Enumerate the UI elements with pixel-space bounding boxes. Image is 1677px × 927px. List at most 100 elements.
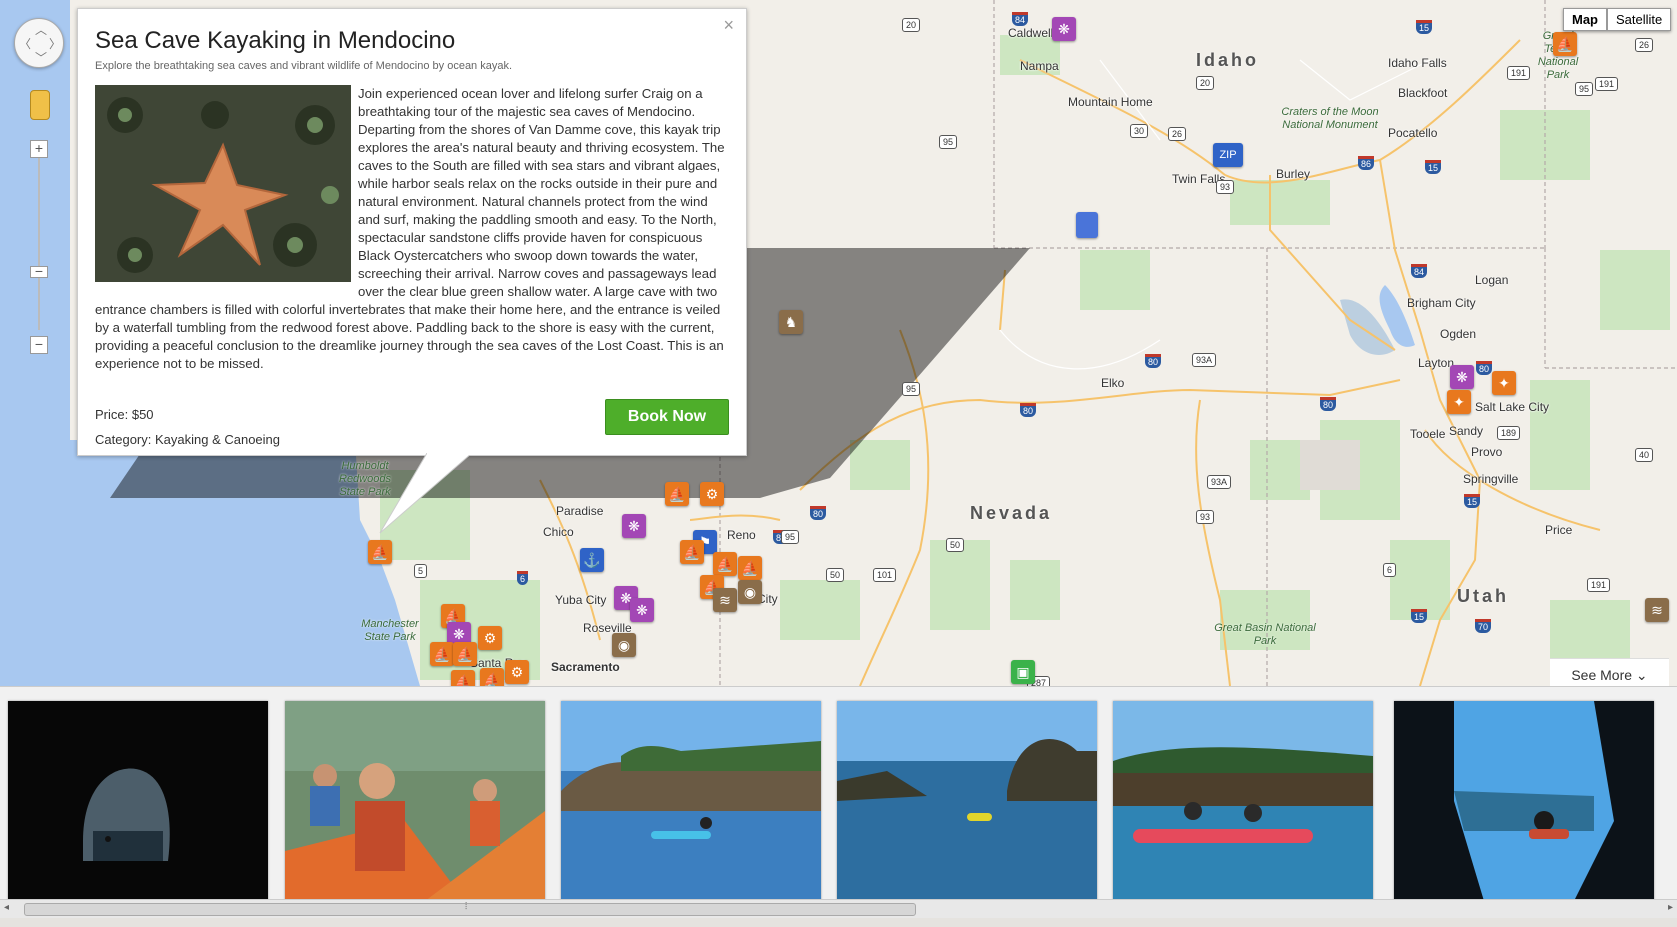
highway-shield: 86: [1358, 156, 1375, 170]
book-now-button[interactable]: Book Now: [605, 399, 729, 435]
highway-shield: 30: [1130, 124, 1149, 138]
highway-shield: 80: [1476, 361, 1493, 375]
pan-down-icon[interactable]: ﹀: [35, 49, 47, 66]
place-label: Salt Lake City: [1475, 400, 1550, 414]
map-pin-motorbike[interactable]: ♞: [779, 310, 803, 334]
info-window: × Sea Cave Kayaking in Mendocino Explore…: [77, 8, 747, 456]
map-pin-kayak[interactable]: ⛵: [665, 482, 689, 506]
gallery-thumbnail[interactable]: [561, 701, 821, 901]
place-label: Logan: [1475, 273, 1509, 287]
highway-shield: 191: [1595, 77, 1619, 91]
highway-shield: 93A: [1192, 353, 1217, 367]
place-label: Ogden: [1440, 327, 1477, 341]
map-pin-bike[interactable]: ⚙: [700, 482, 724, 506]
map-pin-kayak[interactable]: ⛵: [1553, 32, 1577, 56]
grip-icon: ⦙: [465, 901, 468, 912]
place-label: Burley: [1276, 167, 1311, 181]
close-icon[interactable]: ×: [723, 15, 734, 36]
map-pin-tour[interactable]: ≋: [713, 588, 737, 612]
highway-shield: 93: [1216, 180, 1235, 194]
pan-left-icon[interactable]: 〈: [19, 35, 31, 52]
activity-category: Category: Kayaking & Canoeing: [95, 432, 281, 447]
zoom-slider-track[interactable]: [38, 140, 40, 330]
street-view-pegman-icon[interactable]: [30, 90, 50, 120]
zoom-slider-handle[interactable]: −: [30, 264, 48, 278]
map-pin-kayak[interactable]: ⛵: [713, 552, 737, 576]
pan-up-icon[interactable]: ︿: [35, 21, 47, 38]
highway-shield: 15: [1464, 494, 1481, 508]
map-pin-bike[interactable]: ⚙: [505, 660, 529, 684]
see-more-button[interactable]: See More ⌄: [1550, 658, 1669, 686]
map-pin-balloon[interactable]: ◉: [738, 580, 762, 604]
map-type-satellite-button[interactable]: Satellite: [1607, 8, 1672, 31]
map-pin-kayak[interactable]: ⛵: [451, 670, 475, 686]
map-pin-location[interactable]: [1076, 212, 1098, 238]
gallery-thumbnail[interactable]: [837, 701, 1097, 901]
place-label: Idaho Falls: [1388, 56, 1447, 70]
place-label: Caldwell: [1008, 26, 1054, 40]
map-pin-spa[interactable]: ❋: [622, 514, 646, 538]
map-pin-zip[interactable]: ZIP: [1213, 143, 1243, 167]
highway-shield: 101: [873, 568, 897, 582]
highway-shield: 50: [946, 538, 965, 552]
scrollbar-thumb[interactable]: ⦙: [24, 901, 916, 916]
place-label: Reno: [727, 528, 756, 542]
place-label: Tooele: [1410, 427, 1446, 441]
map-type-map-button[interactable]: Map: [1563, 8, 1607, 31]
gallery-thumbnail[interactable]: [285, 701, 545, 901]
activity-description: Join experienced ocean lover and lifelon…: [95, 86, 725, 371]
gallery-thumbnail[interactable]: [1394, 701, 1654, 901]
scroll-left-icon[interactable]: ◂: [4, 902, 9, 913]
map-canvas[interactable]: Idaho Nevada Utah Caldwell Nampa Mountai…: [0, 0, 1677, 686]
place-label: Price: [1545, 523, 1573, 537]
map-pin-kayak[interactable]: ⛵: [738, 556, 762, 580]
highway-shield: 80: [1320, 397, 1337, 411]
place-label: Blackfoot: [1398, 86, 1448, 100]
highway-shield: 26: [1168, 127, 1187, 141]
map-pin-kayak[interactable]: ⛵: [680, 540, 704, 564]
map-pin-hiking[interactable]: ✦: [1492, 371, 1516, 395]
highway-shield: 80: [1020, 403, 1037, 417]
map-pin-camping[interactable]: ▣: [1011, 660, 1035, 684]
horizontal-scrollbar[interactable]: ◂ ⦙ ▸: [0, 899, 1677, 918]
highway-shield: 15: [1416, 20, 1433, 34]
place-label: Paradise: [556, 504, 604, 518]
map-pin-spa[interactable]: ❋: [630, 598, 654, 622]
highway-shield: 95: [902, 382, 921, 396]
place-label: Layton: [1418, 356, 1455, 370]
gallery-thumbnail[interactable]: [8, 701, 268, 901]
highway-shield: 95: [939, 135, 958, 149]
place-label: Sandy: [1449, 424, 1484, 438]
map-pin-hiking[interactable]: ✦: [1447, 390, 1471, 414]
map-pin-balloon[interactable]: ◉: [612, 633, 636, 657]
place-label: Mountain Home: [1068, 95, 1153, 109]
scroll-right-icon[interactable]: ▸: [1668, 902, 1673, 913]
highway-shield: 5: [414, 564, 428, 578]
highway-shield: 95: [781, 530, 800, 544]
park-label: Craters of the Moon National Monument: [1281, 106, 1379, 131]
highway-shield: 26: [1635, 38, 1654, 52]
place-label: Chico: [543, 525, 574, 539]
map-pin-kayak[interactable]: ⛵: [480, 668, 504, 686]
highway-shield: 6: [517, 571, 529, 585]
highway-shield: 15: [1411, 609, 1428, 623]
zoom-out-button[interactable]: −: [30, 336, 48, 354]
pan-right-icon[interactable]: 〉: [49, 35, 61, 52]
map-pin-tour[interactable]: ≋: [1645, 598, 1669, 622]
zoom-in-button[interactable]: +: [30, 140, 48, 158]
activity-price: Price: $50: [95, 407, 154, 422]
pan-control[interactable]: ︿ ﹀ 〈 〉: [14, 18, 64, 68]
map-pin-fishing[interactable]: ⚓: [580, 548, 604, 572]
map-pin-spa[interactable]: ❋: [1450, 365, 1474, 389]
place-label: Yuba City: [555, 593, 607, 607]
park-label: Manchester State Park: [361, 618, 419, 643]
place-label: Springville: [1463, 472, 1519, 486]
map-pin-kayak[interactable]: ⛵: [368, 540, 392, 564]
map-pin-kayak[interactable]: ⛵: [430, 642, 454, 666]
highway-shield: 191: [1587, 578, 1611, 592]
gallery-thumbnail[interactable]: [1113, 701, 1373, 901]
highway-shield: 15: [1425, 160, 1442, 174]
map-pin-spa[interactable]: ❋: [1052, 17, 1076, 41]
map-pin-kayak[interactable]: ⛵: [453, 642, 477, 666]
map-pin-bike[interactable]: ⚙: [478, 626, 502, 650]
